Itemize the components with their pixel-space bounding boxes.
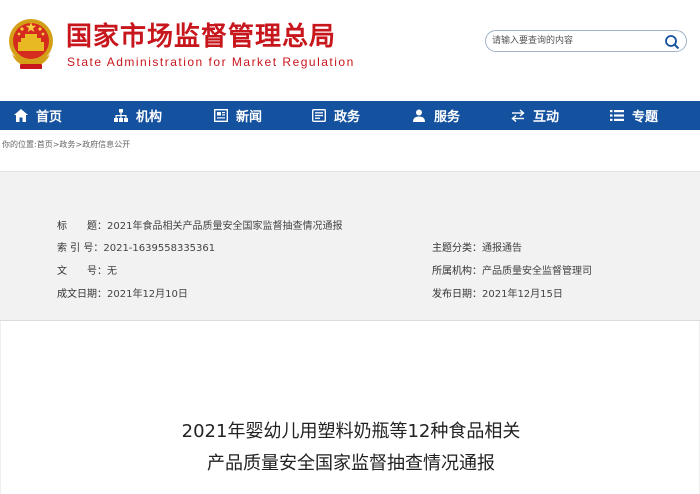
interaction-icon — [511, 109, 525, 122]
breadcrumb: 你的位置:首页>政务>政府信息公开 — [2, 139, 130, 150]
topics-icon — [610, 110, 624, 121]
nav-label: 专题 — [632, 110, 659, 125]
nav-label: 服务 — [434, 110, 461, 125]
org-chart-icon — [114, 109, 128, 122]
article-title-line-2: 产品质量安全国家监督抽查情况通报 — [207, 453, 495, 474]
search-icon[interactable] — [664, 34, 680, 50]
meta-published-row: 发布日期：2021年12月15日 — [432, 285, 563, 300]
meta-published-value: 2021年12月15日 — [482, 289, 563, 300]
nav-item-news[interactable]: 新闻 — [214, 101, 262, 130]
government-affairs-icon — [312, 109, 326, 122]
site-subtitle: State Administration for Market Regulati… — [67, 55, 355, 69]
search-input[interactable] — [492, 33, 662, 49]
nav-item-home[interactable]: 首页 — [14, 101, 62, 130]
nav-label: 机构 — [136, 110, 163, 125]
meta-doc-number-row: 文 号：无 — [57, 262, 117, 277]
site-header: 国家市场监督管理总局 State Administration for Mark… — [0, 0, 700, 101]
meta-created-row: 成文日期：2021年12月10日 — [57, 285, 188, 300]
meta-agency-value: 产品质量安全监督管理司 — [482, 266, 592, 277]
nav-label: 互动 — [533, 110, 560, 125]
meta-published-label: 发布日期： — [432, 289, 482, 300]
nav-item-organization[interactable]: 机构 — [114, 101, 162, 130]
meta-index-row: 索 引 号：2021-1639558335361 — [57, 239, 215, 254]
meta-doc-number-value: 无 — [107, 266, 117, 277]
nav-item-service[interactable]: 服务 — [412, 101, 460, 130]
meta-title-row: 标 题：2021年食品相关产品质量安全国家监督抽查情况通报 — [57, 217, 342, 232]
news-icon — [214, 109, 228, 122]
meta-agency-row: 所属机构：产品质量安全监督管理司 — [432, 262, 592, 277]
meta-category-label: 主题分类： — [432, 243, 482, 254]
meta-category-row: 主题分类：通报通告 — [432, 239, 522, 254]
breadcrumb-disclosure-link[interactable]: 政府信息公开 — [82, 140, 130, 149]
meta-created-value: 2021年12月10日 — [107, 289, 188, 300]
meta-doc-number-label: 文 号： — [57, 266, 107, 277]
meta-index-value: 2021-1639558335361 — [103, 243, 216, 254]
meta-category-value: 通报通告 — [482, 243, 522, 254]
meta-index-label: 索 引 号： — [57, 243, 104, 254]
national-emblem-icon — [9, 19, 53, 69]
article-content: 2021年婴幼儿用塑料奶瓶等12种食品相关 产品质量安全国家监督抽查情况通报 — [0, 321, 700, 494]
nav-item-government-affairs[interactable]: 政务 — [312, 101, 360, 130]
nav-item-interaction[interactable]: 互动 — [511, 101, 559, 130]
nav-item-topics[interactable]: 专题 — [610, 101, 658, 130]
meta-title-label: 标 题： — [57, 221, 107, 232]
search-box — [485, 30, 687, 52]
home-icon — [14, 109, 28, 122]
site-title: 国家市场监督管理总局 — [66, 22, 337, 52]
nav-label: 政务 — [334, 110, 361, 125]
breadcrumb-prefix: 你的位置: — [2, 140, 37, 149]
service-icon — [413, 109, 425, 122]
nav-label: 首页 — [36, 110, 63, 125]
meta-created-label: 成文日期： — [57, 289, 107, 300]
article-title-line-1: 2021年婴幼儿用塑料奶瓶等12种食品相关 — [181, 421, 521, 442]
breadcrumb-home-link[interactable]: 首页 — [37, 140, 53, 149]
document-meta-panel: 标 题：2021年食品相关产品质量安全国家监督抽查情况通报 索 引 号：2021… — [0, 171, 700, 321]
meta-agency-label: 所属机构： — [432, 266, 482, 277]
main-nav: 首页 机构 新闻 政务 服务 互动 专题 — [0, 101, 700, 130]
breadcrumb-affairs-link[interactable]: 政务 — [59, 140, 75, 149]
meta-title-value: 2021年食品相关产品质量安全国家监督抽查情况通报 — [107, 221, 343, 232]
nav-label: 新闻 — [236, 110, 263, 125]
